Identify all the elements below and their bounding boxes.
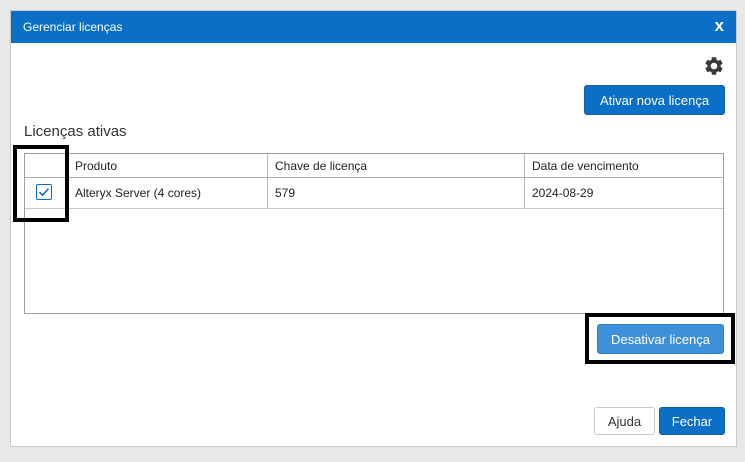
cell-expiry-date: 2024-08-29 (532, 186, 594, 200)
activate-license-button[interactable]: Ativar nova licença (584, 85, 725, 115)
column-header-license-key: Chave de licença (275, 158, 368, 173)
checkmark-icon (38, 188, 50, 197)
manage-licenses-dialog: Gerenciar licenças x Ativar nova licença… (10, 10, 737, 447)
column-header-product: Produto (75, 158, 118, 173)
row-checkbox[interactable] (36, 184, 52, 200)
column-header-expiry-date: Data de vencimento (532, 158, 639, 173)
column-divider (524, 154, 525, 208)
cell-product: Alteryx Server (4 cores) (75, 186, 202, 200)
deactivate-license-button[interactable]: Desativar licença (597, 324, 724, 354)
column-divider (267, 154, 268, 208)
help-button[interactable]: Ajuda (594, 407, 655, 435)
column-divider (67, 154, 68, 208)
cell-license-key: 579 (275, 186, 296, 200)
table-row[interactable]: Alteryx Server (4 cores) 579 2024-08-29 (25, 178, 723, 209)
dialog-title: Gerenciar licenças (23, 20, 123, 34)
table-header: Produto Chave de licença Data de vencime… (25, 154, 723, 178)
close-button[interactable]: Fechar (659, 407, 725, 435)
select-column-header (25, 154, 67, 177)
licenses-table: Produto Chave de licença Data de vencime… (24, 153, 724, 314)
gear-icon[interactable] (703, 55, 725, 77)
close-icon[interactable]: x (715, 16, 724, 36)
title-bar: Gerenciar licenças x (11, 11, 736, 43)
active-licenses-heading: Licenças ativas (24, 123, 127, 140)
